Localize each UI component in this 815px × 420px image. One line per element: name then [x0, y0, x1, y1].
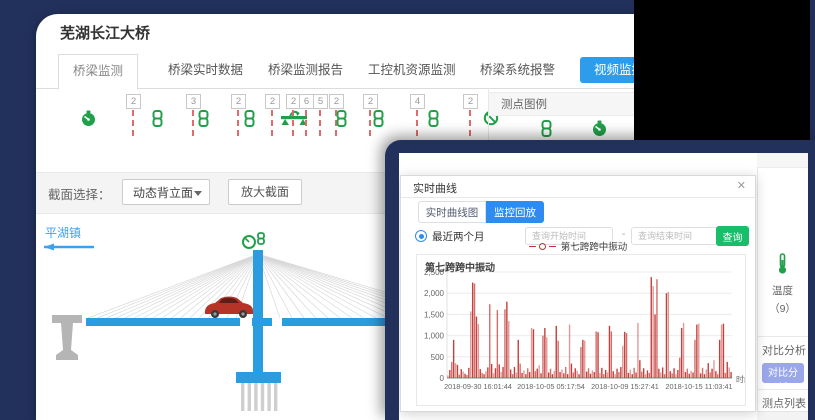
link-icon [541, 120, 552, 142]
tab-realtime-curve[interactable]: 实时曲线图 [418, 201, 486, 223]
screen: 芜湖长江大桥 桥梁监测 桥梁实时数据 桥梁监测报告 工控机资源监测 桥梁系统报警… [0, 0, 815, 420]
legend-line-icon [549, 246, 556, 247]
legend-line-icon [529, 246, 536, 247]
tab-ipc-resource[interactable]: 工控机资源监测 [354, 54, 470, 87]
chart-container: 第七跨跨中振动 05001,0001,5002,0002,5002018-09-… [416, 254, 746, 406]
tab-monitor-playback[interactable]: 监控回放 [486, 201, 544, 223]
dialog-titlebar: 实时曲线 ✕ [401, 176, 755, 198]
sensor-count-badge[interactable]: 2 [265, 94, 280, 109]
section-select-value: 动态背立面 [133, 186, 193, 200]
gauge-icon[interactable] [80, 110, 97, 132]
compare-analysis-header: 对比分析 [762, 342, 806, 358]
gauge-icon [591, 120, 608, 142]
divider [757, 389, 808, 390]
sensor-dashed-line [416, 110, 418, 136]
sensor-count-badge[interactable]: 3 [186, 94, 201, 109]
sensor-count-badge[interactable]: 6 [299, 94, 314, 109]
compare-analysis-button[interactable]: 对比分析 [762, 363, 804, 383]
sensor-count-badge[interactable]: 2 [329, 94, 344, 109]
legend-series-name: 第七跨跨中振动 [561, 239, 628, 253]
close-icon[interactable]: ✕ [737, 179, 746, 192]
sensor-count-badge[interactable]: 2 [231, 94, 246, 109]
tab-realtime-data[interactable]: 桥梁实时数据 [154, 54, 257, 87]
svg-text:时间: 时间 [736, 374, 745, 384]
direction-label: 平湖镇 [45, 224, 81, 241]
tab-monitor-report[interactable]: 桥梁监测报告 [254, 54, 357, 87]
divider [757, 336, 808, 337]
sensor-count-badge[interactable]: 5 [313, 94, 328, 109]
enlarge-section-button[interactable]: 放大截面 [228, 179, 302, 205]
sensor-dashed-line [319, 110, 321, 136]
sensor-count-badge[interactable]: 2 [463, 94, 478, 109]
svg-text:1,000: 1,000 [424, 332, 445, 341]
tab-system-alarm[interactable]: 桥梁系统报警 [466, 54, 569, 87]
link-icon[interactable] [244, 110, 255, 132]
svg-text:2018-10-09 15:27:41: 2018-10-09 15:27:41 [591, 382, 659, 391]
svg-text:2018-10-05 05:17:54: 2018-10-05 05:17:54 [517, 382, 585, 391]
link-icon[interactable] [373, 110, 384, 132]
thermometer-icon [776, 253, 789, 275]
sensor-dashed-line [271, 110, 273, 136]
sensor-dashed-line [369, 110, 371, 136]
link-icon[interactable] [152, 110, 163, 132]
sensor-dashed-line [132, 110, 134, 136]
realtime-curve-dialog: 实时曲线 ✕ 实时曲线图 监控回放 最近两个月 - 查询 第 [400, 175, 756, 412]
legend-circle-icon [539, 243, 546, 250]
sensor-dashed-line [469, 110, 471, 136]
sensor-dashed-line [292, 110, 294, 136]
sensor-dashed-line [237, 110, 239, 136]
svg-text:1,500: 1,500 [424, 310, 445, 319]
sensor-count-badge[interactable]: 2 [126, 94, 141, 109]
tab-bridge-monitor[interactable]: 桥梁监测 [58, 54, 138, 90]
popup-panel-header-band [757, 153, 808, 168]
chart-legend[interactable]: 第七跨跨中振动 [401, 240, 755, 252]
sensor-count-badge[interactable]: 4 [410, 94, 425, 109]
point-list-header: 测点列表 [762, 395, 806, 411]
link-icon[interactable] [198, 110, 209, 132]
section-select-dropdown[interactable]: 动态背立面 [122, 179, 210, 205]
popup-window-content: 温度 （9） 对比分析 对比分析 测点列表 实时曲线 ✕ 实时曲线图 监控回放 … [399, 153, 808, 420]
popup-panel-footer-band [757, 411, 808, 420]
section-select-label: 截面选择： [48, 184, 111, 203]
sensor-count-badge[interactable]: 2 [363, 94, 378, 109]
temperature-legend: 温度 （9） [757, 253, 808, 316]
svg-text:2018-10-15 11:03:41: 2018-10-15 11:03:41 [665, 382, 732, 391]
sensor-dashed-line [192, 110, 194, 136]
temperature-label: 温度 [757, 283, 808, 298]
sensor-dashed-line [305, 110, 307, 136]
link-icon[interactable] [336, 110, 347, 132]
link-icon[interactable] [428, 110, 439, 132]
page-title: 芜湖长江大桥 [60, 22, 150, 43]
chart-title: 第七跨跨中振动 [425, 259, 495, 274]
popup-window: 温度 （9） 对比分析 对比分析 测点列表 实时曲线 ✕ 实时曲线图 监控回放 … [385, 140, 815, 420]
svg-text:500: 500 [431, 353, 445, 362]
vibration-chart: 05001,0001,5002,0002,5002018-09-30 16:01… [417, 255, 745, 405]
svg-text:2,000: 2,000 [424, 289, 445, 298]
black-overlay-region [634, 0, 810, 140]
chevron-down-icon [194, 191, 202, 196]
svg-text:2018-09-30 16:01:44: 2018-09-30 16:01:44 [444, 382, 512, 391]
dialog-title: 实时曲线 [413, 180, 457, 196]
temperature-count: （9） [757, 301, 808, 316]
bridge-bearing-icon[interactable] [280, 110, 308, 131]
